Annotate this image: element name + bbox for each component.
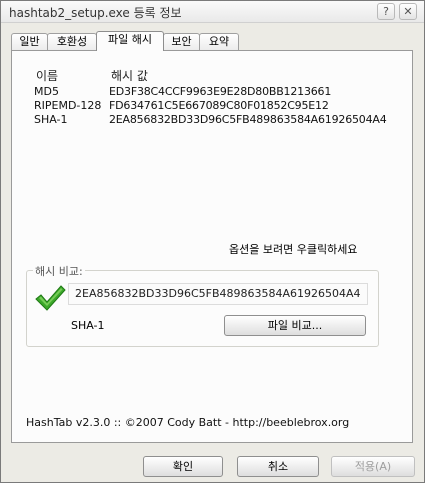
tab-summary[interactable]: 요약 xyxy=(199,33,239,50)
tab-compatibility[interactable]: 호환성 xyxy=(47,33,97,50)
window-title: hashtab2_setup.exe 등록 정보 xyxy=(9,6,182,20)
hash-row-value[interactable]: ED3F38C4CCF9963E9E28D80BB1213661 xyxy=(109,85,331,98)
green-check-icon xyxy=(35,285,66,311)
close-button[interactable]: ✕ xyxy=(399,3,417,20)
column-header-hash-value[interactable]: 해시 값 xyxy=(111,67,148,84)
compare-file-button[interactable]: 파일 비교... xyxy=(224,315,366,336)
help-icon: ? xyxy=(383,5,389,18)
close-icon: ✕ xyxy=(403,5,413,18)
compare-hash-input[interactable]: 2EA856832BD33D96C5FB489863584A61926504A4 xyxy=(68,283,368,305)
tab-file-hashes[interactable]: 파일 해시 xyxy=(96,31,164,51)
ok-button[interactable]: 확인 xyxy=(143,456,223,477)
hash-row-name[interactable]: MD5 xyxy=(34,85,59,98)
column-header-name[interactable]: 이름 xyxy=(36,67,58,84)
title-bar[interactable]: hashtab2_setup.exe 등록 정보 ? ✕ xyxy=(1,1,424,23)
properties-window: hashtab2_setup.exe 등록 정보 ? ✕ 일반 호환성 파일 해… xyxy=(0,0,425,483)
cancel-button[interactable]: 취소 xyxy=(237,456,319,477)
credits-text[interactable]: HashTab v2.3.0 :: ©2007 Cody Batt - http… xyxy=(26,416,349,429)
hash-row-value[interactable]: 2EA856832BD33D96C5FB489863584A61926504A4 xyxy=(109,113,387,126)
help-button[interactable]: ? xyxy=(377,3,395,20)
hash-row-name[interactable]: RIPEMD-128 xyxy=(34,99,101,112)
hash-row-value[interactable]: FD634761C5E667089C80F01852C95E12 xyxy=(109,99,329,112)
hash-compare-label: 해시 비교: xyxy=(33,263,85,279)
compare-algorithm-label: SHA-1 xyxy=(71,319,105,332)
hash-row-name[interactable]: SHA-1 xyxy=(34,113,68,126)
tab-general[interactable]: 일반 xyxy=(11,33,48,50)
apply-button[interactable]: 적용(A) xyxy=(331,456,415,477)
tab-security[interactable]: 보안 xyxy=(163,33,200,50)
right-click-hint: 옵션을 보려면 우클릭하세요 xyxy=(229,243,358,256)
